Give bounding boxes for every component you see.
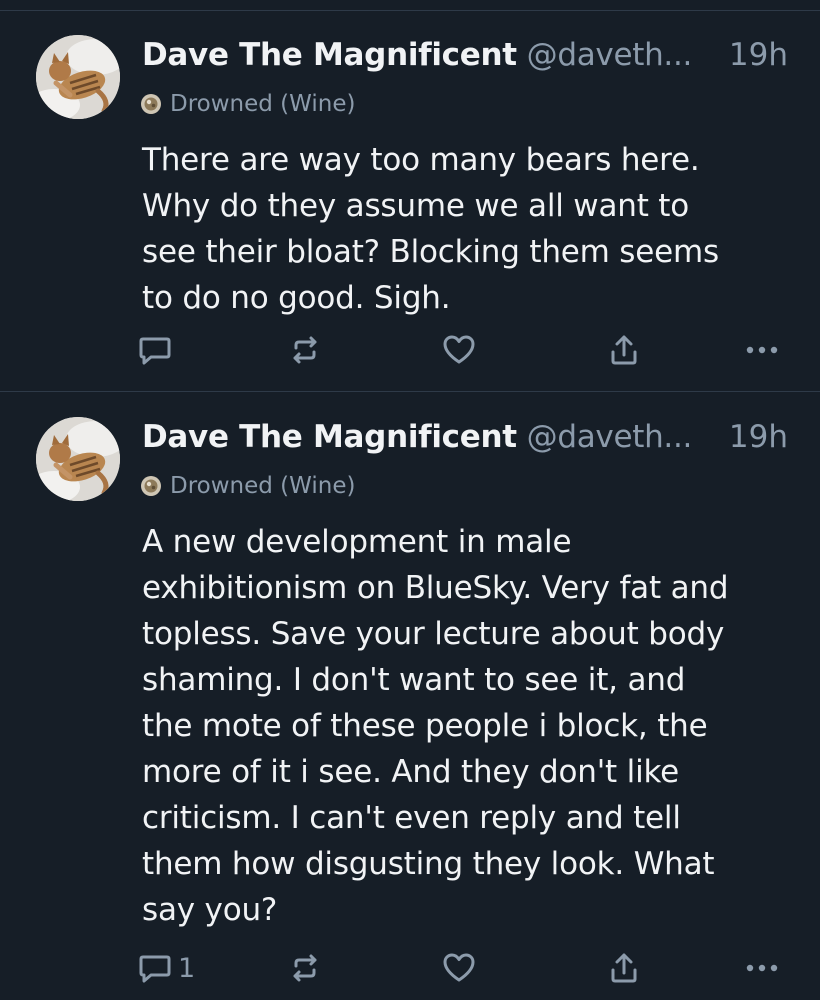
post-label: Drowned (Wine) xyxy=(140,89,355,119)
share-button[interactable] xyxy=(608,948,640,988)
author-handle[interactable]: @daveth... xyxy=(527,419,693,455)
post-actions xyxy=(0,330,820,370)
reply-icon xyxy=(139,337,171,365)
author-avatar[interactable] xyxy=(36,417,120,501)
repost-button[interactable] xyxy=(288,330,322,370)
post-text: There are way too many bears here. Why d… xyxy=(142,142,719,316)
reply-button[interactable] xyxy=(138,330,178,370)
like-button[interactable] xyxy=(442,330,476,370)
badge-icon xyxy=(141,94,161,114)
post-label: Drowned (Wine) xyxy=(140,471,355,501)
post-header: Dave The Magnificent @daveth... 19h xyxy=(142,417,802,457)
post-text: A new development in male exhibitionism … xyxy=(142,524,729,928)
divider xyxy=(0,391,820,392)
reply-count: 1 xyxy=(178,952,196,984)
more-icon xyxy=(746,346,778,354)
author-avatar[interactable] xyxy=(36,35,120,119)
post-timestamp[interactable]: 19h xyxy=(729,35,788,75)
label-text: Drowned (Wine) xyxy=(170,473,356,499)
repost-icon xyxy=(293,336,317,364)
cat-avatar-icon xyxy=(36,35,120,119)
more-icon xyxy=(746,964,778,972)
reply-button[interactable]: 1 xyxy=(138,948,195,988)
more-options-button[interactable] xyxy=(744,330,780,370)
post[interactable]: Dave The Magnificent @daveth... 19h Drow… xyxy=(0,393,820,1000)
share-icon xyxy=(611,953,637,983)
like-icon xyxy=(443,953,475,982)
post[interactable]: Dave The Magnificent @daveth... 19h Drow… xyxy=(0,11,820,391)
author-handle[interactable]: @daveth... xyxy=(527,37,693,73)
repost-button[interactable] xyxy=(288,948,322,988)
post-actions: 1 xyxy=(0,948,820,988)
label-text: Drowned (Wine) xyxy=(170,91,356,117)
author-display-name[interactable]: Dave The Magnificent xyxy=(142,37,517,73)
share-button[interactable] xyxy=(608,330,640,370)
post-timestamp[interactable]: 19h xyxy=(729,417,788,457)
like-icon xyxy=(443,335,475,364)
more-options-button[interactable] xyxy=(744,948,780,988)
reply-icon xyxy=(139,955,171,983)
post-feed: Dave The Magnificent @daveth... 19h Drow… xyxy=(0,0,820,1000)
badge-icon xyxy=(141,476,161,496)
post-header: Dave The Magnificent @daveth... 19h xyxy=(142,35,802,75)
cat-avatar-icon xyxy=(36,417,120,501)
author-display-name[interactable]: Dave The Magnificent xyxy=(142,419,517,455)
share-icon xyxy=(611,335,637,365)
like-button[interactable] xyxy=(442,948,476,988)
repost-icon xyxy=(293,954,317,982)
